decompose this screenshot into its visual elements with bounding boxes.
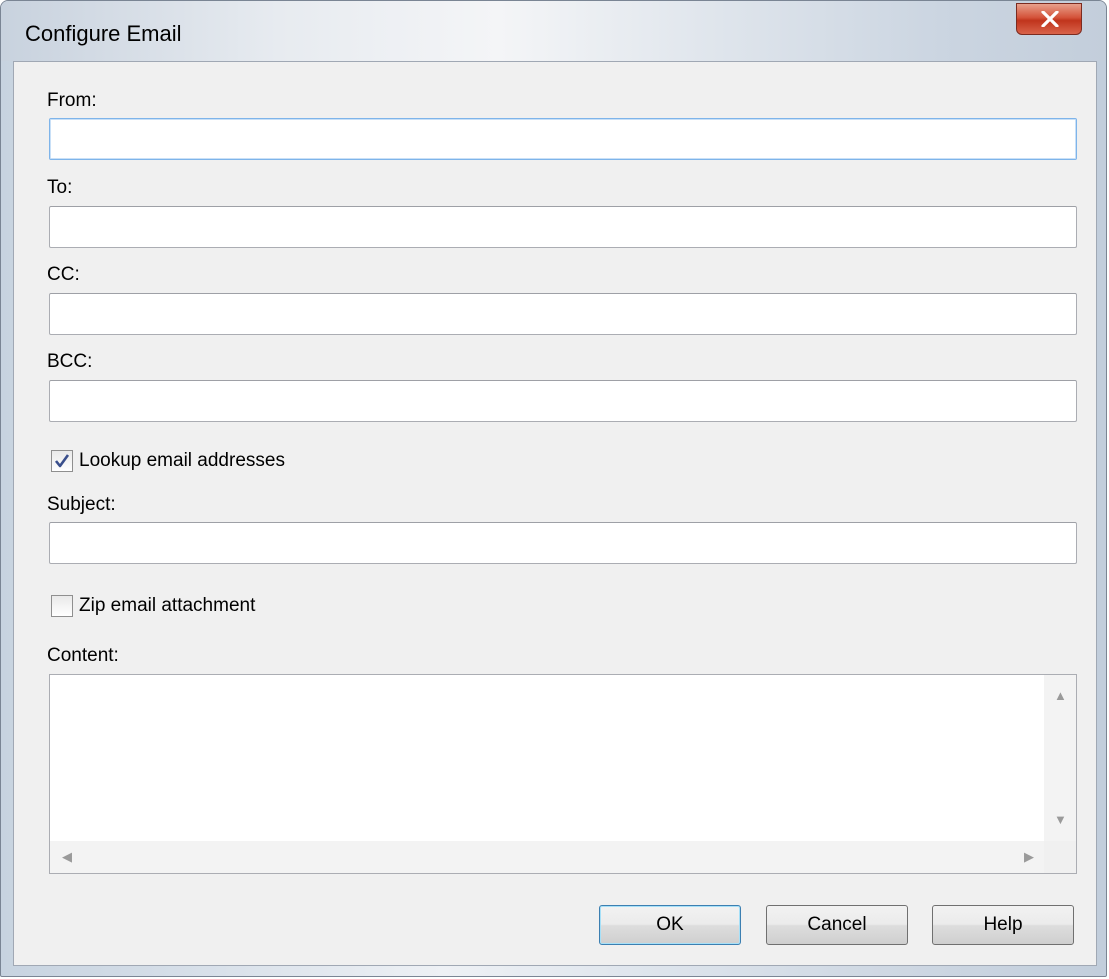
cancel-button[interactable]: Cancel — [766, 905, 908, 945]
zip-attachment-label: Zip email attachment — [79, 595, 256, 616]
lookup-email-label: Lookup email addresses — [79, 450, 285, 471]
dialog-title: Configure Email — [25, 21, 182, 46]
lookup-email-option[interactable]: Lookup email addresses — [51, 448, 285, 474]
scroll-left-arrow-icon[interactable]: ◀ — [62, 850, 72, 863]
close-button[interactable] — [1016, 3, 1082, 35]
help-button[interactable]: Help — [932, 905, 1074, 945]
title-bar[interactable]: Configure Email — [1, 1, 1106, 61]
subject-input[interactable] — [49, 522, 1077, 564]
cc-input[interactable] — [49, 293, 1077, 335]
bcc-input[interactable] — [49, 380, 1077, 422]
dialog-body: From: To: CC: BCC: Lookup email addresse… — [13, 61, 1097, 966]
subject-label: Subject: — [47, 494, 116, 515]
to-input[interactable] — [49, 206, 1077, 248]
from-input[interactable] — [49, 118, 1077, 160]
scroll-right-arrow-icon[interactable]: ▶ — [1024, 850, 1034, 863]
scroll-down-arrow-icon[interactable]: ▼ — [1054, 813, 1067, 826]
content-label: Content: — [47, 645, 119, 666]
scrollbar-corner — [1044, 841, 1076, 873]
close-icon — [1041, 11, 1059, 27]
horizontal-scrollbar[interactable]: ◀ ▶ — [50, 841, 1044, 873]
scroll-up-arrow-icon[interactable]: ▲ — [1054, 689, 1067, 702]
lookup-email-checkbox[interactable] — [51, 450, 73, 472]
configure-email-dialog: Configure Email From: To: CC: BCC: Looku… — [0, 0, 1107, 977]
checkmark-icon — [54, 454, 70, 468]
ok-button[interactable]: OK — [599, 905, 741, 945]
vertical-scrollbar[interactable]: ▲ ▼ — [1044, 675, 1076, 841]
zip-attachment-checkbox[interactable] — [51, 595, 73, 617]
zip-attachment-option[interactable]: Zip email attachment — [51, 593, 255, 619]
bcc-label: BCC: — [47, 351, 93, 372]
cc-label: CC: — [47, 264, 80, 285]
from-label: From: — [47, 90, 97, 111]
to-label: To: — [47, 177, 73, 198]
content-textarea[interactable]: ▲ ▼ ◀ ▶ — [49, 674, 1077, 874]
